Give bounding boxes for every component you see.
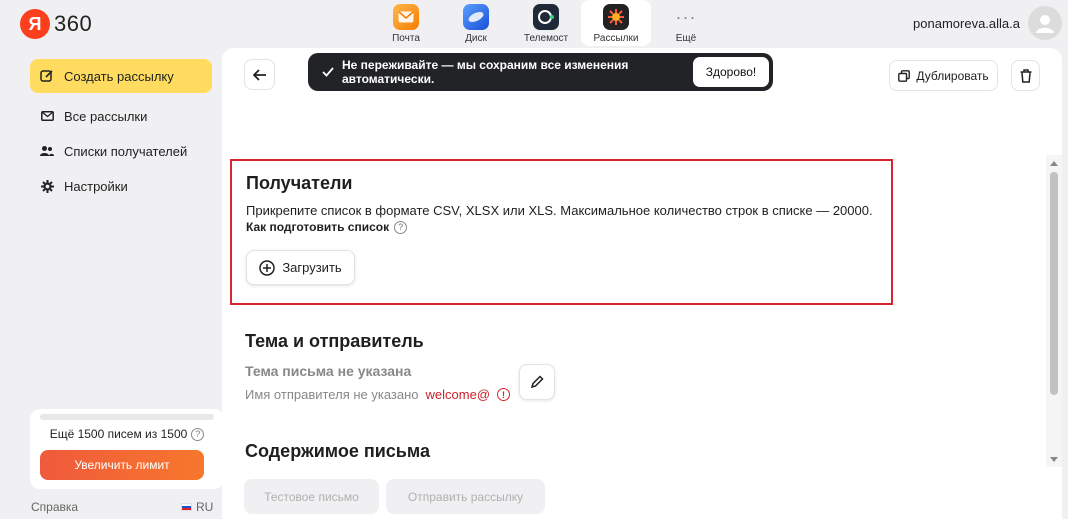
help-question-icon[interactable]: ? <box>191 427 205 441</box>
limit-text: Ещё 1500 писем из 1500 ? <box>30 427 224 441</box>
warning-icon: ! <box>497 388 511 401</box>
trash-icon <box>1020 68 1031 83</box>
mailings-icon <box>603 4 629 30</box>
toast-message: Не переживайте — мы сохраним все изменен… <box>342 58 629 86</box>
sending-limit-card: Ещё 1500 писем из 1500 ? Увеличить лимит <box>30 409 224 489</box>
recipients-title: Получатели <box>246 173 353 193</box>
how-to-prepare-list-label: Как подготовить список <box>246 220 390 234</box>
app-telemost-label: Телемост <box>523 33 569 44</box>
test-email-button[interactable]: Тестовое письмо <box>244 479 379 514</box>
plus-circle-icon <box>259 259 276 276</box>
more-icon: ··· <box>675 6 697 27</box>
help-question-icon: ? <box>394 220 408 234</box>
sidebar-item-recipient-lists[interactable]: Списки получателей <box>30 134 212 168</box>
limit-progress-bar <box>40 414 214 420</box>
app-mailings-label: Рассылки <box>593 33 639 44</box>
avatar[interactable] <box>1028 6 1062 40</box>
toast-dismiss-button[interactable]: Здорово! <box>693 57 769 87</box>
scroll-down-arrow-icon[interactable] <box>1050 457 1058 462</box>
delete-button[interactable] <box>1011 60 1040 91</box>
edit-square-icon <box>40 69 54 83</box>
logo-360-text: 360 <box>54 11 93 36</box>
language-label: RU <box>196 500 214 514</box>
subject-empty-text: Тема письма не указана <box>245 363 412 379</box>
duplicate-label: Дублировать <box>916 68 989 83</box>
send-mailing-button[interactable]: Отправить рассылку <box>386 479 545 514</box>
sender-name-empty: Имя отправителя не указано <box>245 387 419 402</box>
app-mailings[interactable]: Рассылки <box>581 0 651 46</box>
how-to-prepare-list-link[interactable]: Как подготовить список ? <box>246 220 408 234</box>
app-disk-label: Диск <box>465 33 487 44</box>
main-panel: Не переживайте — мы сохраним все изменен… <box>222 48 1062 519</box>
user-name: ponamoreva.alla.a <box>913 15 1020 31</box>
limit-count: Ещё 1500 писем из 1500 <box>49 427 188 441</box>
upload-button[interactable]: Загрузить <box>246 250 355 285</box>
subject-sender-title: Тема и отправитель <box>245 331 424 351</box>
upload-label: Загрузить <box>282 260 342 275</box>
top-bar: Я 360 Почта Диск Телемост Рассылки ··· Е… <box>0 0 1068 48</box>
disk-icon <box>463 4 489 30</box>
envelope-icon <box>40 109 54 123</box>
content-title: Содержимое письма <box>245 441 430 461</box>
duplicate-button[interactable]: Дублировать <box>889 60 998 91</box>
app-disk[interactable]: Диск <box>441 0 511 46</box>
app-more[interactable]: ··· Ещё <box>651 0 721 46</box>
scrollbar-thumb[interactable] <box>1050 172 1058 395</box>
user-menu[interactable]: ponamoreva.alla.a <box>913 6 1062 40</box>
sidebar-item-settings[interactable]: Настройки <box>30 169 212 203</box>
yandex-logo-icon: Я <box>20 9 50 39</box>
app-switcher: Почта Диск Телемост Рассылки ··· Ещё <box>371 0 721 46</box>
app-mail[interactable]: Почта <box>371 0 441 46</box>
sender-email: welcome@ <box>425 387 491 402</box>
mail-icon <box>393 4 419 30</box>
sidebar-item-label: Настройки <box>64 178 128 194</box>
gear-icon <box>40 179 54 193</box>
edit-subject-button[interactable] <box>519 364 555 400</box>
sidebar-item-label: Списки получателей <box>64 143 188 159</box>
autosave-toast: Не переживайте — мы сохраним все изменен… <box>308 53 773 91</box>
people-icon <box>40 144 54 158</box>
pencil-icon <box>530 375 544 389</box>
scroll-up-arrow-icon[interactable] <box>1050 161 1058 166</box>
sidebar: Создать рассылку Все рассылки Списки пол… <box>20 48 224 519</box>
check-icon <box>322 67 334 77</box>
sidebar-item-label: Все рассылки <box>64 108 148 124</box>
russia-flag-icon <box>181 503 192 511</box>
app-mail-label: Почта <box>392 33 420 44</box>
telemost-icon <box>533 4 559 30</box>
sidebar-item-all-mailings[interactable]: Все рассылки <box>30 99 212 133</box>
app-more-label: Ещё <box>675 33 697 44</box>
sender-row: Имя отправителя не указано welcome@ ! <box>245 387 511 402</box>
arrow-left-icon <box>252 68 266 81</box>
recipients-section: Получатели Прикрепите список в формате C… <box>230 159 893 305</box>
back-button[interactable] <box>244 59 275 90</box>
create-mailing-label: Создать рассылку <box>64 68 174 84</box>
language-switcher[interactable]: RU <box>181 500 213 514</box>
yandex-360-logo[interactable]: Я 360 <box>20 9 92 39</box>
help-link[interactable]: Справка <box>31 500 78 514</box>
create-mailing-button[interactable]: Создать рассылку <box>30 59 212 93</box>
recipients-description: Прикрепите список в формате CSV, XLSX ил… <box>246 203 873 218</box>
copy-icon <box>898 69 911 82</box>
user-avatar-icon <box>1036 15 1054 33</box>
scrollbar[interactable] <box>1046 155 1062 467</box>
increase-limit-button[interactable]: Увеличить лимит <box>40 450 204 480</box>
app-telemost[interactable]: Телемост <box>511 0 581 46</box>
